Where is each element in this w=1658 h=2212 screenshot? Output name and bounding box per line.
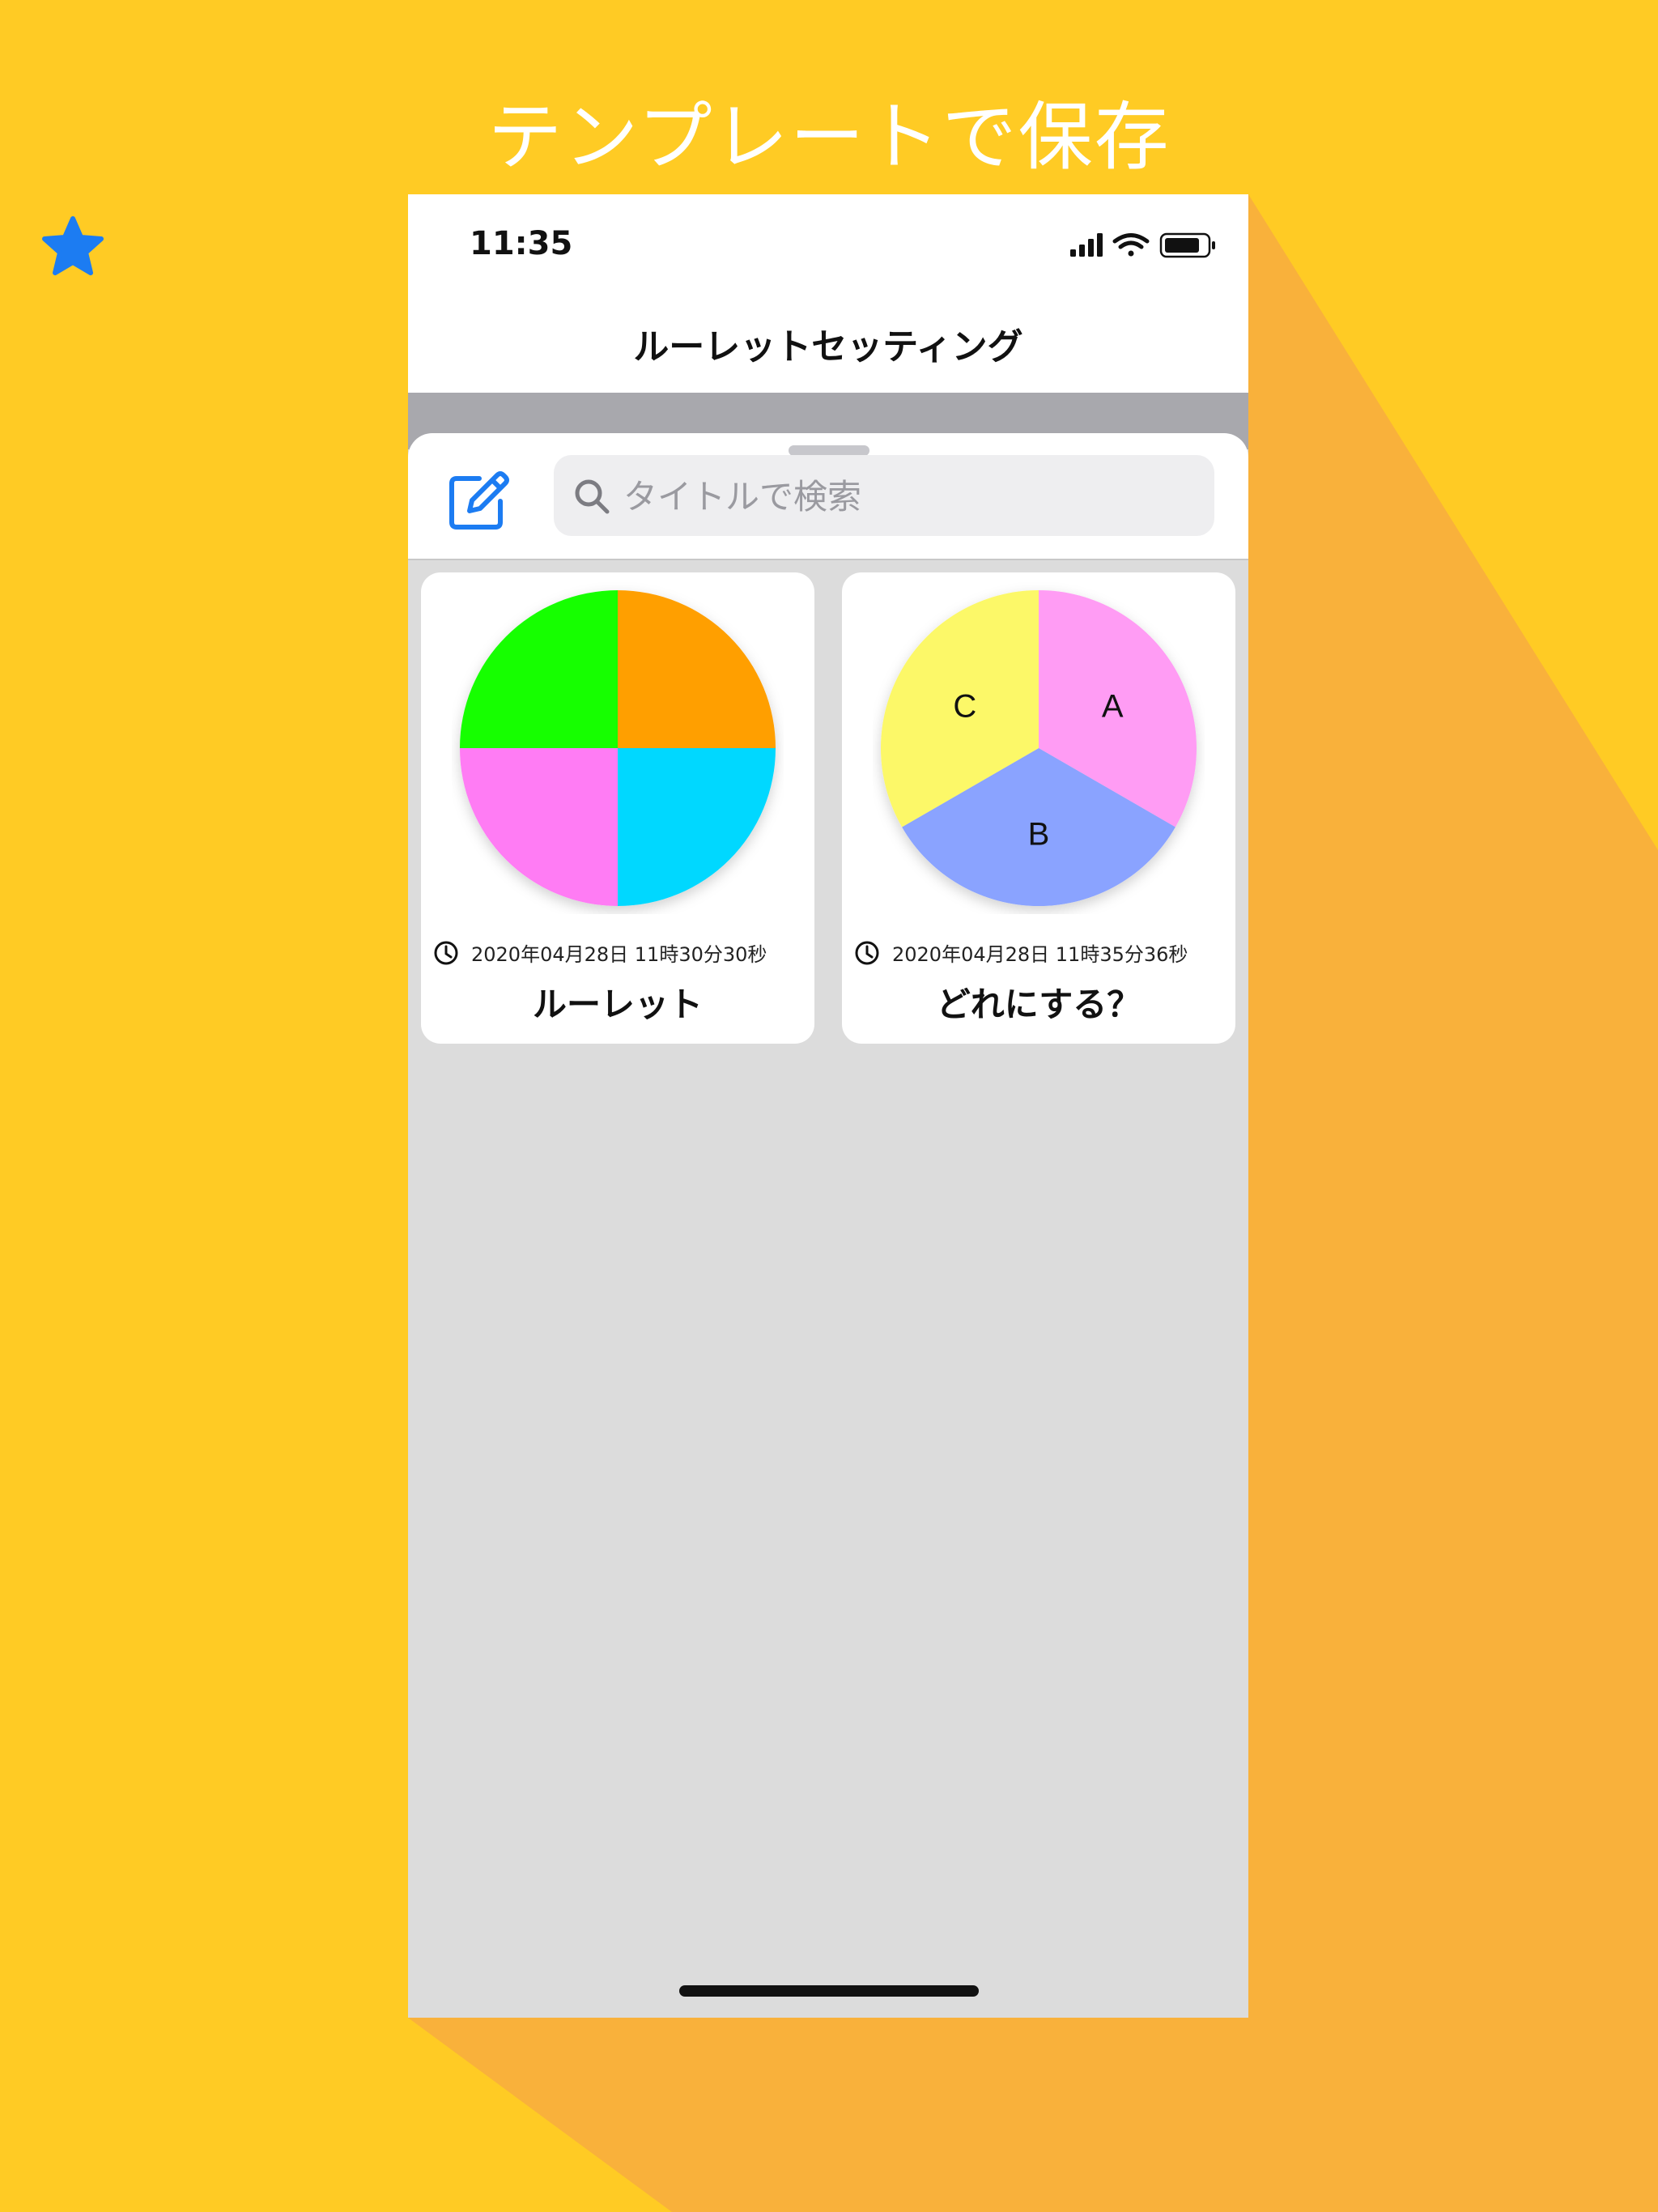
- roulette-pie: A B C: [881, 590, 1197, 906]
- page-title: ルーレットセッティング: [633, 326, 1023, 368]
- roulette-card[interactable]: 2020年04月28日 11時30分30秒 ルーレット: [421, 572, 814, 1044]
- cellular-signal-icon: [1070, 233, 1103, 257]
- search-field[interactable]: [554, 455, 1214, 538]
- status-time: 11:35: [470, 225, 573, 262]
- roulette-pie: [460, 590, 776, 906]
- edit-icon: [449, 471, 509, 530]
- pie-segment: [460, 590, 618, 748]
- status-icons: [1070, 232, 1216, 262]
- battery-icon: [1159, 232, 1215, 258]
- card-date: 2020年04月28日 11時30分30秒: [471, 943, 767, 966]
- pie-segment-label: A: [1102, 688, 1124, 724]
- search-input[interactable]: [622, 455, 1200, 538]
- wifi-icon: [1112, 233, 1150, 257]
- star-icon: [42, 216, 104, 275]
- pie-segment-label: C: [953, 688, 976, 724]
- card-title: ルーレット: [532, 985, 703, 1024]
- clock-icon: [855, 941, 879, 965]
- status-bar: 11:35: [408, 194, 1248, 291]
- favorites-button[interactable]: [40, 214, 105, 279]
- pie-segment: [460, 748, 618, 906]
- promo-headline: テンプレートで保存: [487, 94, 1171, 181]
- card-title: どれにする？: [936, 985, 1141, 1024]
- home-indicator[interactable]: [679, 1985, 979, 1997]
- edit-button[interactable]: [445, 467, 512, 534]
- card-date: 2020年04月28日 11時35分36秒: [892, 943, 1188, 966]
- header-divider: [408, 559, 1248, 560]
- clock-icon: [434, 941, 458, 965]
- roulette-card[interactable]: A B C 2020年04月28日 11時35分36秒 どれにする？: [842, 572, 1235, 1044]
- pie-segment: [618, 590, 776, 748]
- phone-screen: 11:35 ルーレットセッティング タイトルで検索 2020年04月28日 11…: [408, 194, 1248, 2018]
- search-icon: [575, 479, 610, 514]
- pie-segment: [618, 748, 776, 906]
- pie-segment-label: B: [1028, 816, 1050, 852]
